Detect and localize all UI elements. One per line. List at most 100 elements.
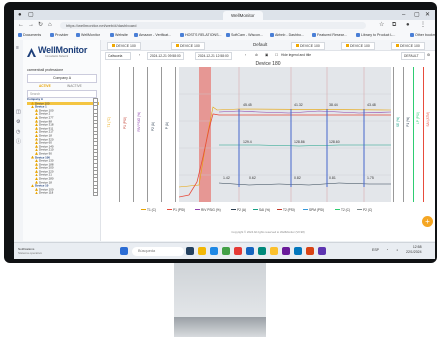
- trend-plot[interactable]: 45.45 41.32 38.44 43.48 129.4 128.86 128…: [179, 67, 391, 202]
- legend-item[interactable]: SPM (PSI): [303, 207, 324, 213]
- tree-item[interactable]: Device 118: [27, 191, 99, 197]
- app-icon[interactable]: [246, 247, 254, 255]
- file-explorer-icon[interactable]: [198, 247, 206, 255]
- legend-item[interactable]: T1 (C): [141, 207, 156, 213]
- layout-select[interactable]: DEFAULT: [401, 52, 425, 60]
- bookmark[interactable]: Airbnb - Dashbo...: [270, 31, 304, 40]
- history-icon[interactable]: ◷: [16, 130, 21, 135]
- device-tab[interactable]: DEVICE 100: [171, 42, 205, 50]
- device-tab[interactable]: DEVICE 100: [291, 42, 325, 50]
- back-icon[interactable]: ←: [18, 20, 24, 31]
- forward-icon[interactable]: →: [28, 20, 34, 31]
- warning-icon: [35, 162, 38, 166]
- hide-legend-label: Hide legend and title: [281, 53, 312, 57]
- app-icon[interactable]: [234, 247, 242, 255]
- tree-item-checkbox[interactable]: [93, 191, 98, 197]
- bookmark[interactable]: WellMonitor: [76, 31, 100, 40]
- date-to-input[interactable]: 2024-12-21 12:58:00: [195, 52, 232, 60]
- edge-icon[interactable]: [210, 247, 218, 255]
- clock[interactable]: 12:58 22/1/2024: [406, 245, 422, 254]
- legend-label: P2 (A): [237, 208, 247, 212]
- axis-label: P (A): [165, 122, 169, 130]
- minimize-icon[interactable]: –: [402, 10, 405, 20]
- legend-item[interactable]: RIV PSIG (%): [195, 207, 221, 213]
- wifi-icon[interactable]: ◔: [386, 248, 388, 252]
- app-icon[interactable]: [258, 247, 266, 255]
- annotation: 0.62: [249, 176, 256, 180]
- device-tab[interactable]: DEVICE 100: [341, 42, 375, 50]
- legend-item[interactable]: P1 (PSI): [167, 207, 185, 213]
- home-icon[interactable]: ⌂: [48, 20, 52, 31]
- zoom-reset-icon[interactable]: ⊘: [253, 52, 260, 58]
- tab-overview-icon[interactable]: ▢: [28, 10, 34, 20]
- browser-menu-icon[interactable]: ●: [18, 10, 22, 20]
- task-view-icon[interactable]: [186, 247, 194, 255]
- legend-item[interactable]: SAI (%): [253, 207, 270, 213]
- bookmark[interactable]: Website: [110, 31, 128, 40]
- warning-icon: [35, 119, 38, 123]
- bookmark[interactable]: Documents: [18, 31, 41, 40]
- app-icon[interactable]: [306, 247, 314, 255]
- warning-icon: [31, 184, 34, 188]
- legend-item[interactable]: P2 (A): [231, 207, 246, 213]
- dashboard-icon[interactable]: ◫: [16, 110, 21, 115]
- tab-active[interactable]: ACTIVE: [39, 84, 51, 89]
- settings-icon[interactable]: ⚙: [16, 120, 21, 125]
- company-select[interactable]: Company A: [27, 74, 97, 83]
- taskbar-search-input[interactable]: Búsqueda: [132, 247, 184, 256]
- add-button[interactable]: +: [422, 216, 433, 227]
- annotation: 0.82: [294, 176, 301, 180]
- reload-icon[interactable]: ↻: [38, 20, 43, 31]
- notification-area[interactable]: Notifications Sistema operativo: [18, 247, 42, 255]
- chrome-icon[interactable]: [270, 247, 278, 255]
- device-tab[interactable]: DEVICE 100: [391, 42, 425, 50]
- device-tab[interactable]: DEVICE 100: [107, 42, 141, 50]
- bookmark[interactable]: Provider: [50, 31, 68, 40]
- warning-icon: [35, 191, 38, 195]
- bookmark[interactable]: SoftCam - Wiscon...: [226, 31, 263, 40]
- bookmark-other[interactable]: Other bookm: [410, 31, 435, 40]
- device-tab-label: DEVICE 100: [180, 44, 200, 48]
- menu-icon[interactable]: ≡: [16, 46, 21, 51]
- legend-item[interactable]: P2 (C): [357, 207, 372, 213]
- settings-icon[interactable]: ⚙: [425, 52, 432, 58]
- tab-inactive[interactable]: INACTIVE: [67, 84, 82, 89]
- app-icon[interactable]: [318, 247, 326, 255]
- annotation: 1.75: [367, 176, 374, 180]
- prev-icon[interactable]: ‹: [137, 52, 142, 58]
- app-icon[interactable]: [294, 247, 302, 255]
- extensions-icon[interactable]: ⧉: [392, 20, 396, 31]
- url-field[interactable]: https://wellmonitor.net/web/#/dashboard: [60, 22, 366, 29]
- warning-icon: [35, 177, 38, 181]
- info-icon[interactable]: ⓘ: [16, 140, 21, 145]
- axis-left-3: RIV PSIG (%): [135, 67, 148, 202]
- app-icon[interactable]: [222, 247, 230, 255]
- bookmark[interactable]: Featured Resear...: [312, 31, 347, 40]
- axis-right-2: P1 (%): [403, 67, 413, 202]
- profile-icon[interactable]: ●: [406, 20, 410, 31]
- maximize-icon[interactable]: ▢: [414, 10, 420, 20]
- device-tree: Company A Device 100 Device 1 Device 100 Dev…: [27, 98, 99, 241]
- start-icon[interactable]: [120, 247, 128, 255]
- device-search-input[interactable]: Search: [27, 90, 97, 98]
- app-icon[interactable]: [282, 247, 290, 255]
- next-icon[interactable]: ›: [243, 52, 248, 58]
- bookmark[interactable]: HOSTS RELATIONS...: [180, 31, 221, 40]
- more-icon[interactable]: ⋮: [420, 20, 426, 31]
- bookmark[interactable]: Library to Product L...: [356, 31, 395, 40]
- range-select[interactable]: Caliwuela: [105, 52, 131, 60]
- legend-item[interactable]: T2 (C): [335, 207, 350, 213]
- legend-item[interactable]: T2 (PSI): [277, 207, 295, 213]
- volume-icon[interactable]: ◖: [396, 248, 398, 252]
- close-icon[interactable]: ✕: [425, 10, 430, 20]
- calendar-icon[interactable]: ▣: [263, 52, 270, 58]
- bookmark[interactable]: Amazon - Verificat...: [134, 31, 171, 40]
- annotation: 43.48: [367, 103, 376, 107]
- date-from-input[interactable]: 2024-12-21 09:58:00: [147, 52, 184, 60]
- legend-label: T2 (PSI): [283, 208, 295, 212]
- browser-tab[interactable]: WellMonitor: [223, 11, 263, 20]
- warning-icon: [35, 173, 38, 177]
- language-indicator[interactable]: ESP: [372, 248, 379, 252]
- star-icon[interactable]: ☆: [379, 20, 384, 31]
- device-status-icon: [346, 44, 349, 47]
